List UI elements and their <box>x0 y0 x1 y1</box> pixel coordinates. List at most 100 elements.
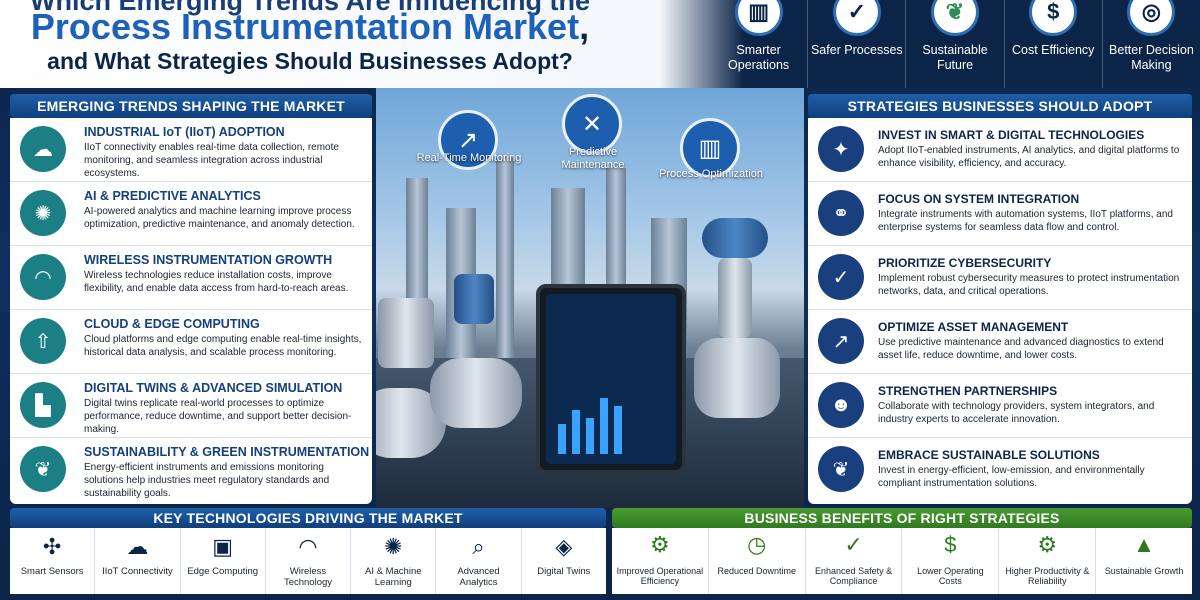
title-highlight: Process Instrumentation Market <box>30 6 580 47</box>
technology-label: Edge Computing <box>187 566 259 577</box>
technology-label: AI & Machine Learning <box>365 566 422 588</box>
dashboard-screen <box>546 294 676 464</box>
trend-title: AI & PREDICTIVE ANALYTICS <box>84 189 261 203</box>
trend-item: ◠ WIRELESS INSTRUMENTATION GROWTH Wirele… <box>10 246 372 310</box>
strategies-heading: STRATEGIES BUSINESSES SHOULD ADOPT <box>808 94 1192 118</box>
strategy-desc: Adopt IIoT-enabled instruments, AI analy… <box>878 145 1180 169</box>
wrench-icon: ✕ <box>562 94 622 154</box>
strategy-desc: Implement robust cybersecurity measures … <box>878 273 1180 297</box>
wifi-icon: ◠ <box>298 534 318 559</box>
valve-body <box>694 338 780 418</box>
trend-desc: Wireless technologies reduce installatio… <box>84 270 349 294</box>
top-benefit-label: Smarter Operations <box>728 43 790 72</box>
dashboard-bar <box>572 410 580 454</box>
transmitter-device <box>454 274 494 324</box>
strategy-desc: Collaborate with technology providers, s… <box>878 401 1155 425</box>
trend-desc: AI-powered analytics and machine learnin… <box>84 206 355 230</box>
hero-illustration: ↗ Real-Time Monitoring ✕ Predictive Main… <box>376 88 804 508</box>
strategy-item: ⚭ FOCUS ON SYSTEM INTEGRATION Integrate … <box>808 182 1192 246</box>
technology-label: Advanced Analytics <box>457 566 500 588</box>
technology-label: Smart Sensors <box>20 566 84 577</box>
cloud-network-icon: ☁ <box>20 126 66 172</box>
top-benefit: ◎ Better Decision Making <box>1101 0 1200 88</box>
brain-icon: ✺ <box>384 534 403 559</box>
wifi-icon: ◠ <box>20 254 66 300</box>
magnifier-chart-icon: ⌕ <box>472 534 485 559</box>
top-benefit: ▥ Smarter Operations <box>710 0 807 88</box>
benefit-item: ✓ Enhanced Safety & Compliance <box>804 528 902 594</box>
sensor-icon: ✣ <box>42 534 62 559</box>
benefit-item: ⚙ Improved Operational Efficiency <box>612 528 708 594</box>
dollar-down-icon: $ <box>944 532 957 557</box>
header: Which Emerging Trends Are Influencing th… <box>0 0 1200 88</box>
trend-item: ❦ SUSTAINABILITY & GREEN INSTRUMENTATION… <box>10 438 372 502</box>
trend-desc: Digital twins replicate real-world proce… <box>84 398 352 435</box>
chip-icon: ▣ <box>212 534 234 559</box>
strategy-title: FOCUS ON SYSTEM INTEGRATION <box>878 192 1080 206</box>
trend-item: ☁ INDUSTRIAL IoT (IIoT) ADOPTION IIoT co… <box>10 118 372 182</box>
top-benefits-strip: ▥ Smarter Operations ✓ Safer Processes ❦… <box>710 0 1200 88</box>
badge-label: Process Optimization <box>659 168 763 180</box>
dashboard-bar <box>586 418 594 454</box>
strategies-panel: ✦ INVEST IN SMART & DIGITAL TECHNOLOGIES… <box>808 118 1192 504</box>
strategy-desc: Integrate instruments with automation sy… <box>878 209 1173 233</box>
cloud-network-icon: ☁ <box>126 534 149 559</box>
trend-desc: Cloud platforms and edge computing enabl… <box>84 334 362 358</box>
benefit-label: Enhanced Safety & Compliance <box>815 566 893 586</box>
strategy-item: ↗ OPTIMIZE ASSET MANAGEMENT Use predicti… <box>808 310 1192 374</box>
technologies-heading: KEY TECHNOLOGIES DRIVING THE MARKET <box>10 508 606 528</box>
benefit-item: ◷ Reduced Downtime <box>707 528 805 594</box>
cloud-upload-icon: ⇧ <box>20 318 66 364</box>
title-comma: , <box>579 6 590 47</box>
bar-chart-icon: ▥ <box>734 0 783 36</box>
technology-item: ☁ IIoT Connectivity <box>94 528 179 594</box>
technology-item: ⌕ Advanced Analytics <box>435 528 520 594</box>
refinery-tower <box>496 158 514 368</box>
trend-item: ✺ AI & PREDICTIVE ANALYTICS AI-powered a… <box>10 182 372 246</box>
top-benefit: ✓ Safer Processes <box>807 0 905 88</box>
sprout-icon: ❦ <box>818 446 864 492</box>
cube-icon: ◈ <box>555 534 573 559</box>
shield-check-icon: ✓ <box>844 532 863 557</box>
technologies-row: ✣ Smart Sensors ☁ IIoT Connectivity ▣ Ed… <box>10 528 606 594</box>
top-benefit-label: Safer Processes <box>810 43 903 57</box>
top-benefit: ❦ Sustainable Future <box>905 0 1003 88</box>
trend-desc: Energy-efficient instruments and emissio… <box>84 462 330 499</box>
strategy-title: INVEST IN SMART & DIGITAL TECHNOLOGIES <box>878 128 1145 142</box>
top-benefit-label: Cost Efficiency <box>1011 43 1095 57</box>
top-benefit-label: Better Decision Making <box>1109 43 1194 72</box>
dollar-gear-icon: $ <box>1029 0 1078 36</box>
flow-meter <box>430 358 522 428</box>
benefit-item: ▲ Sustainable Growth <box>1095 528 1192 594</box>
strategy-item: ✓ PRIORITIZE CYBERSECURITY Implement rob… <box>808 246 1192 310</box>
title-line-2: Process Instrumentation Market, <box>0 6 620 48</box>
valve-stem <box>718 258 752 338</box>
strategy-desc: Use predictive maintenance and advanced … <box>878 337 1164 361</box>
technology-label: IIoT Connectivity <box>102 566 173 577</box>
shield-check-icon: ✓ <box>818 254 864 300</box>
transmitter-device <box>378 298 434 368</box>
trend-title: CLOUD & EDGE COMPUTING <box>84 317 260 331</box>
benefit-label: Sustainable Growth <box>1104 566 1184 576</box>
badge-label: Predictive Maintenance <box>561 146 625 171</box>
benefit-label: Lower Operating Costs <box>917 566 984 586</box>
tablet-dashboard <box>536 284 686 474</box>
trend-title: INDUSTRIAL IoT (IIoT) ADOPTION <box>84 125 285 139</box>
strategy-title: OPTIMIZE ASSET MANAGEMENT <box>878 320 1069 334</box>
technology-label: Digital Twins <box>537 566 591 577</box>
lightbulb-icon: ✦ <box>818 126 864 172</box>
trend-title: DIGITAL TWINS & ADVANCED SIMULATION <box>84 381 343 395</box>
infographic: Which Emerging Trends Are Influencing th… <box>0 0 1200 600</box>
benefit-label: Improved Operational Efficiency <box>616 566 704 586</box>
clock-icon: ◷ <box>747 532 767 557</box>
gear-check-icon: ⚙ <box>1037 532 1058 557</box>
factory-icon: ▙ <box>20 382 66 428</box>
trends-heading: EMERGING TRENDS SHAPING THE MARKET <box>10 94 372 118</box>
benefit-item: $ Lower Operating Costs <box>901 528 998 594</box>
trend-item: ▙ DIGITAL TWINS & ADVANCED SIMULATION Di… <box>10 374 372 438</box>
top-benefit: $ Cost Efficiency <box>1003 0 1102 88</box>
dashboard-bar <box>614 406 622 454</box>
technology-item: ▣ Edge Computing <box>179 528 265 594</box>
strategy-item: ✦ INVEST IN SMART & DIGITAL TECHNOLOGIES… <box>808 118 1192 182</box>
trend-item: ⇧ CLOUD & EDGE COMPUTING Cloud platforms… <box>10 310 372 374</box>
